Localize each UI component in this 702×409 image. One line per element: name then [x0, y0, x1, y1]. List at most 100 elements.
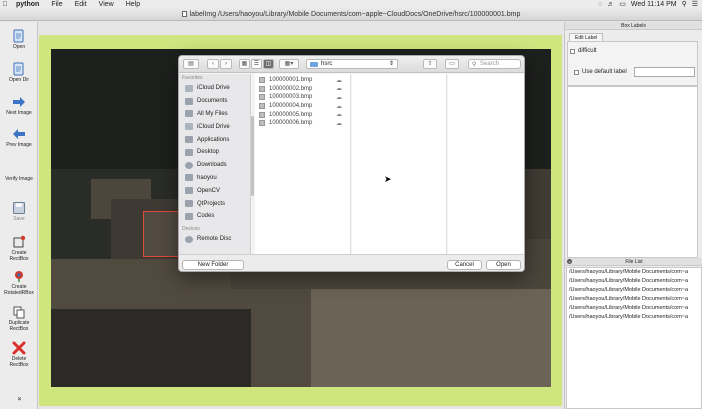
sidebar-toggle-button[interactable]: ▤ [183, 59, 199, 69]
create-rotatedrbox-button[interactable]: Create RotatedRBox [0, 268, 38, 296]
sidebar-item-label: All My Files [197, 110, 228, 117]
menu-view[interactable]: View [93, 1, 120, 8]
sidebar-item-qtprojects[interactable]: QtProjects [179, 197, 250, 210]
duplicate-rectbox-button[interactable]: Duplicate RectBox [0, 304, 38, 332]
file-row[interactable]: 100000006.bmp ☁ [255, 119, 350, 128]
file-row[interactable]: 100000002.bmp ☁ [255, 85, 350, 94]
devices-heading: Devices [182, 225, 200, 232]
create-rectbox-button[interactable]: Create RectBox [0, 234, 38, 262]
column-view-button[interactable]: ◫ [263, 59, 274, 69]
close-icon[interactable]: × [567, 259, 572, 264]
search-icon: ⚲ [472, 62, 477, 68]
annotation-box[interactable] [143, 211, 181, 257]
sidebar-scrollbar[interactable] [251, 116, 254, 196]
disc-icon [185, 235, 193, 243]
icon-view-button[interactable]: ▦ [239, 59, 250, 69]
search-field[interactable]: ⚲ Search [468, 59, 521, 69]
clock[interactable]: Wed 11:14 PM [631, 1, 677, 8]
cloud-icon: ☁ [336, 94, 342, 101]
sidebar-item-all-my-files[interactable]: All My Files [179, 108, 250, 121]
edit-label-tab[interactable]: Edit Label [569, 33, 604, 41]
sidebar-item-applications[interactable]: Applications [179, 133, 250, 146]
file-row[interactable]: 100000001.bmp ☁ [255, 76, 350, 85]
file-row[interactable]: 100000005.bmp ☁ [255, 110, 350, 119]
dialog-toolbar: ▤ ‹ › ▦ ☰ ◫ ▦▾ hsrc ⇕ ⇧ ▭ ⚲ Search [179, 56, 524, 73]
file-list-item[interactable]: /Users/haoyou/Library/Mobile Documents/c… [567, 304, 701, 313]
file-list-item[interactable]: /Users/haoyou/Library/Mobile Documents/c… [567, 313, 701, 322]
arrow-right-icon [11, 94, 27, 110]
arrow-left-icon [11, 126, 27, 142]
sidebar-item-desktop[interactable]: Desktop [179, 146, 250, 159]
file-list-item[interactable]: /Users/haoyou/Library/Mobile Documents/c… [567, 277, 701, 286]
bmp-file-icon [259, 120, 265, 127]
delete-rectbox-button[interactable]: Delete RectBox [0, 340, 38, 368]
cloud-icon: ☁ [336, 77, 342, 84]
open-button[interactable]: Open [0, 28, 38, 51]
sidebar-item-downloads[interactable]: Downloads [179, 159, 250, 172]
file-list[interactable]: /Users/haoyou/Library/Mobile Documents/c… [566, 267, 702, 409]
new-folder-button[interactable]: New Folder [182, 260, 244, 270]
spotlight-icon[interactable]: ⚲ [682, 0, 687, 8]
sidebar-item-codes[interactable]: Codes [179, 210, 250, 223]
apple-icon[interactable]:  [0, 1, 10, 8]
open-dir-button[interactable]: Open Dir [0, 61, 38, 84]
file-row[interactable]: 100000004.bmp ☁ [255, 102, 350, 111]
sidebar-item-label: QtProjects [197, 200, 226, 207]
share-button[interactable]: ⇧ [423, 59, 437, 69]
use-default-label-checkbox[interactable]: Use default label [574, 69, 627, 75]
cloud-icon: ☁ [336, 120, 342, 127]
label-list[interactable] [567, 86, 698, 258]
file-list-item[interactable]: /Users/haoyou/Library/Mobile Documents/c… [567, 286, 701, 295]
file-column-1: 100000001.bmp ☁ 100000002.bmp ☁ 100000003.… [255, 74, 351, 254]
file-row[interactable]: 100000003.bmp ☁ [255, 93, 350, 102]
columns-icon: ◫ [265, 61, 272, 67]
sidebar-item-label: OpenCV [197, 187, 221, 194]
back-button[interactable]: ‹ [207, 59, 219, 69]
duplicate-rectbox-label: Duplicate RectBox [8, 320, 30, 332]
prev-image-button[interactable]: Prev Image [0, 126, 38, 149]
menu-bar:  python File Edit View Help ◌ ♬ ▭ Wed 1… [0, 0, 702, 8]
file-name: 100000004.bmp [269, 103, 313, 110]
volume-icon[interactable]: ♬ [607, 1, 614, 8]
menu-app-name[interactable]: python [10, 1, 45, 8]
arrange-button[interactable]: ▦▾ [279, 59, 299, 69]
menu-edit[interactable]: Edit [69, 1, 93, 8]
file-list-item[interactable]: /Users/haoyou/Library/Mobile Documents/c… [567, 268, 701, 277]
battery-icon[interactable]: ▭ [619, 0, 626, 8]
sidebar-item-haoyou[interactable]: haoyou [179, 172, 250, 185]
file-list-item[interactable]: /Users/haoyou/Library/Mobile Documents/c… [567, 295, 701, 304]
next-image-button[interactable]: Next Image [0, 94, 38, 117]
title-bar[interactable]: labelImg /Users/haoyou/Library/Mobile Do… [0, 8, 702, 21]
file-column-2[interactable] [352, 74, 447, 254]
chevron-left-icon: ‹ [212, 61, 214, 67]
sidebar-item-icloud-drive-2[interactable]: iCloud Drive [179, 120, 250, 133]
downloads-icon [185, 161, 193, 169]
forward-button[interactable]: › [220, 59, 232, 69]
default-label-input[interactable] [634, 67, 695, 77]
save-button[interactable]: Save [0, 200, 38, 223]
sidebar-item-remote-disc[interactable]: Remote Disc [179, 233, 250, 246]
menu-file[interactable]: File [45, 1, 68, 8]
toolbar-more-button[interactable]: » [0, 396, 38, 402]
file-column-3[interactable] [448, 74, 524, 254]
sidebar-item-label: iCloud Drive [197, 123, 230, 130]
open-label: Open [12, 44, 26, 50]
tag-button[interactable]: ▭ [445, 59, 459, 69]
wifi-icon[interactable]: ◌ [598, 1, 602, 8]
sidebar-item-documents[interactable]: Documents [179, 95, 250, 108]
menu-help[interactable]: Help [120, 1, 146, 8]
verify-image-button[interactable]: Verify Image [0, 176, 38, 183]
sidebar-icon: ▤ [188, 61, 194, 67]
list-view-button[interactable]: ☰ [251, 59, 262, 69]
sidebar-item-opencv[interactable]: OpenCV [179, 184, 250, 197]
window-title: labelImg /Users/haoyou/Library/Mobile Do… [189, 10, 521, 18]
sidebar-item-icloud-drive[interactable]: iCloud Drive [179, 82, 250, 95]
notification-icon[interactable]: ☰ [692, 0, 698, 8]
arrange-icon: ▦▾ [284, 61, 294, 67]
difficult-checkbox[interactable]: difficult [570, 48, 597, 54]
open-dialog-button[interactable]: Open [486, 260, 521, 270]
path-dropdown[interactable]: hsrc ⇕ [306, 59, 398, 69]
cancel-button[interactable]: Cancel [447, 260, 482, 270]
sidebar-item-label: haoyou [197, 174, 217, 181]
cloud-icon: ☁ [336, 86, 342, 93]
